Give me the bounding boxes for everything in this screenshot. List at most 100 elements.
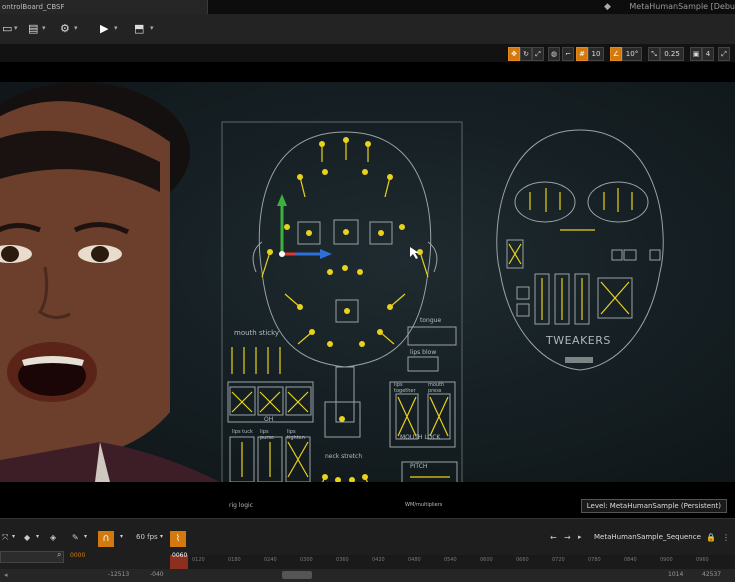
forward-arrow-icon[interactable]: →: [564, 533, 571, 542]
tick-label: 0360: [336, 557, 349, 563]
autokey-icon[interactable]: ◈: [50, 533, 56, 542]
rotate-mode-icon[interactable]: ↻: [520, 47, 532, 61]
camera-speed-icon[interactable]: ▣: [690, 47, 702, 61]
sequencer-toolbar: ⤧ ▾ ◆ ▾ ◈ ✎ ▾ ∩ ▾ 60 fps ▾ ⌇ ← → ▸ MetaH…: [0, 529, 735, 551]
curve-editor-icon[interactable]: ⌇: [170, 531, 186, 547]
label-tongue: tongue: [420, 317, 442, 324]
chevron-down-icon[interactable]: ▾: [12, 533, 15, 540]
sequencer-panel: ⤧ ▾ ◆ ▾ ◈ ✎ ▾ ∩ ▾ 60 fps ▾ ⌇ ← → ▸ MetaH…: [0, 518, 735, 582]
metahuman-face-image: [0, 82, 220, 482]
scene-svg: [0, 82, 664, 518]
tick-label: 0480: [408, 557, 421, 563]
title-bar: ontrolBoard_CBSF ◆ MetaHumanSample [Debu: [0, 0, 735, 14]
label-oh: OH: [264, 416, 274, 423]
label-lips-purse: lips purse: [260, 429, 275, 441]
launch-icon[interactable]: ⬒: [134, 22, 144, 35]
tick-label: 0840: [624, 557, 637, 563]
play-icon[interactable]: ▶: [100, 22, 108, 35]
level-indicator: Level: MetaHumanSample (Persistent): [580, 499, 727, 513]
tick-label: 0960: [696, 557, 709, 563]
chevron-down-icon[interactable]: ▾: [84, 533, 87, 540]
scale-mode-icon[interactable]: ⤢: [532, 47, 544, 61]
chevron-down-icon[interactable]: ▾: [160, 533, 163, 540]
tick-label: 0120: [192, 557, 205, 563]
chevron-down-icon[interactable]: ▾: [114, 24, 118, 32]
viewport-toolbar: ✥ ↻ ⤢ ◍ ⌐ # 10 ∠ 10° ⤡ 0.25 ▣ 4 ⤢: [0, 44, 735, 62]
range-high[interactable]: 1014: [668, 571, 683, 578]
maximize-viewport-icon[interactable]: ⤢: [718, 47, 730, 61]
sequence-arrow-icon: ▸: [578, 533, 582, 541]
key-icon[interactable]: ◆: [24, 533, 30, 542]
timeline-ruler[interactable]: 0060 0120 0180 0240 0300 0360 0420 0480 …: [170, 552, 735, 569]
control-board-left: [221, 121, 463, 518]
surface-snap-icon[interactable]: ⌐: [562, 47, 574, 61]
level-viewport[interactable]: ✥ ↻ ⤢ ◍ ⌐ # 10 ∠ 10° ⤡ 0.25 ▣ 4 ⤢ mouth …: [0, 44, 735, 518]
search-icon[interactable]: ⌕: [57, 550, 61, 560]
chevron-down-icon[interactable]: ▾: [74, 24, 78, 32]
sequence-name[interactable]: MetaHumanSample_Sequence: [594, 533, 701, 541]
grid-snap-icon[interactable]: #: [576, 47, 588, 61]
tick-label: 0420: [372, 557, 385, 563]
label-mouth-press: mouth press: [428, 382, 445, 394]
label-rig-logic: rig logic: [229, 502, 253, 509]
lock-icon[interactable]: 🔒: [706, 533, 716, 542]
settings-icon[interactable]: ⋮: [722, 533, 730, 542]
edit-icon[interactable]: ✎: [72, 533, 79, 542]
current-frame: 0060: [172, 552, 188, 559]
tick-label: 0240: [264, 557, 277, 563]
range-start[interactable]: -12513: [108, 571, 129, 578]
label-mouth-lock: MOUTH LOCK: [400, 434, 441, 441]
tick-label: 0900: [660, 557, 673, 563]
label-mouth-sticky: mouth sticky: [234, 329, 280, 337]
search-input[interactable]: [0, 551, 64, 563]
unreal-logo-icon: ◆: [604, 2, 611, 12]
rotation-snap-value[interactable]: 10°: [622, 47, 642, 61]
label-lips-together: lips together: [394, 382, 416, 394]
save-icon[interactable]: ▭: [2, 22, 12, 35]
tick-label: 0660: [516, 557, 529, 563]
start-frame[interactable]: 0000: [70, 552, 85, 559]
chevron-down-icon[interactable]: ▾: [14, 24, 18, 32]
transform-icon[interactable]: ⤧: [2, 533, 8, 543]
range-bar: ◂ -12513 -040 1014 42537: [0, 569, 735, 582]
tick-label: 0600: [480, 557, 493, 563]
tweaker-lines: [508, 188, 633, 320]
range-scrollbar[interactable]: [282, 571, 312, 579]
range-end[interactable]: 42537: [702, 571, 721, 578]
project-title: MetaHumanSample [Debu: [629, 2, 735, 11]
label-multipliers: WM/multipliers: [405, 502, 443, 508]
settings-icon[interactable]: ⚙: [60, 22, 70, 35]
chevron-down-icon[interactable]: ▾: [42, 24, 46, 32]
label-tweakers: TWEAKERS: [546, 334, 611, 347]
rotation-snap-icon[interactable]: ∠: [610, 47, 622, 61]
label-neck-stretch: neck stretch: [325, 453, 363, 460]
scale-snap-icon[interactable]: ⤡: [648, 47, 660, 61]
fps-selector[interactable]: 60 fps: [136, 533, 158, 541]
tick-label: 0300: [300, 557, 313, 563]
world-space-icon[interactable]: ◍: [548, 47, 560, 61]
range-low[interactable]: -040: [150, 571, 164, 578]
main-toolbar: ▭ ▾ ▤ ▾ ⚙ ▾ ▶ ▾ ⬒ ▾: [0, 14, 735, 45]
chevron-down-icon[interactable]: ▾: [36, 533, 39, 540]
snap-icon[interactable]: ∩: [98, 531, 114, 547]
label-lips-tighten: lips tighten: [287, 429, 305, 441]
tick-label: 0180: [228, 557, 241, 563]
translate-mode-icon[interactable]: ✥: [508, 47, 520, 61]
back-arrow-icon[interactable]: ←: [550, 533, 557, 542]
grid-snap-value[interactable]: 10: [588, 47, 604, 61]
document-tab-title: ontrolBoard_CBSF: [2, 3, 65, 11]
chevron-down-icon[interactable]: ▾: [150, 24, 154, 32]
camera-speed-value[interactable]: 4: [702, 47, 714, 61]
range-start-icon[interactable]: ◂: [4, 571, 8, 579]
scene-render[interactable]: mouth sticky tongue lips blow lips toget…: [0, 82, 735, 518]
label-lips-tuck: lips tuck: [232, 429, 253, 435]
scale-snap-value[interactable]: 0.25: [660, 47, 684, 61]
tick-label: 0780: [588, 557, 601, 563]
document-tab[interactable]: ontrolBoard_CBSF: [0, 0, 208, 14]
browse-icon[interactable]: ▤: [28, 22, 38, 35]
label-pitch: PITCH: [410, 463, 428, 470]
tick-label: 0540: [444, 557, 457, 563]
label-lips-blow: lips blow: [410, 349, 437, 356]
chevron-down-icon[interactable]: ▾: [120, 533, 123, 540]
tick-label: 0720: [552, 557, 565, 563]
